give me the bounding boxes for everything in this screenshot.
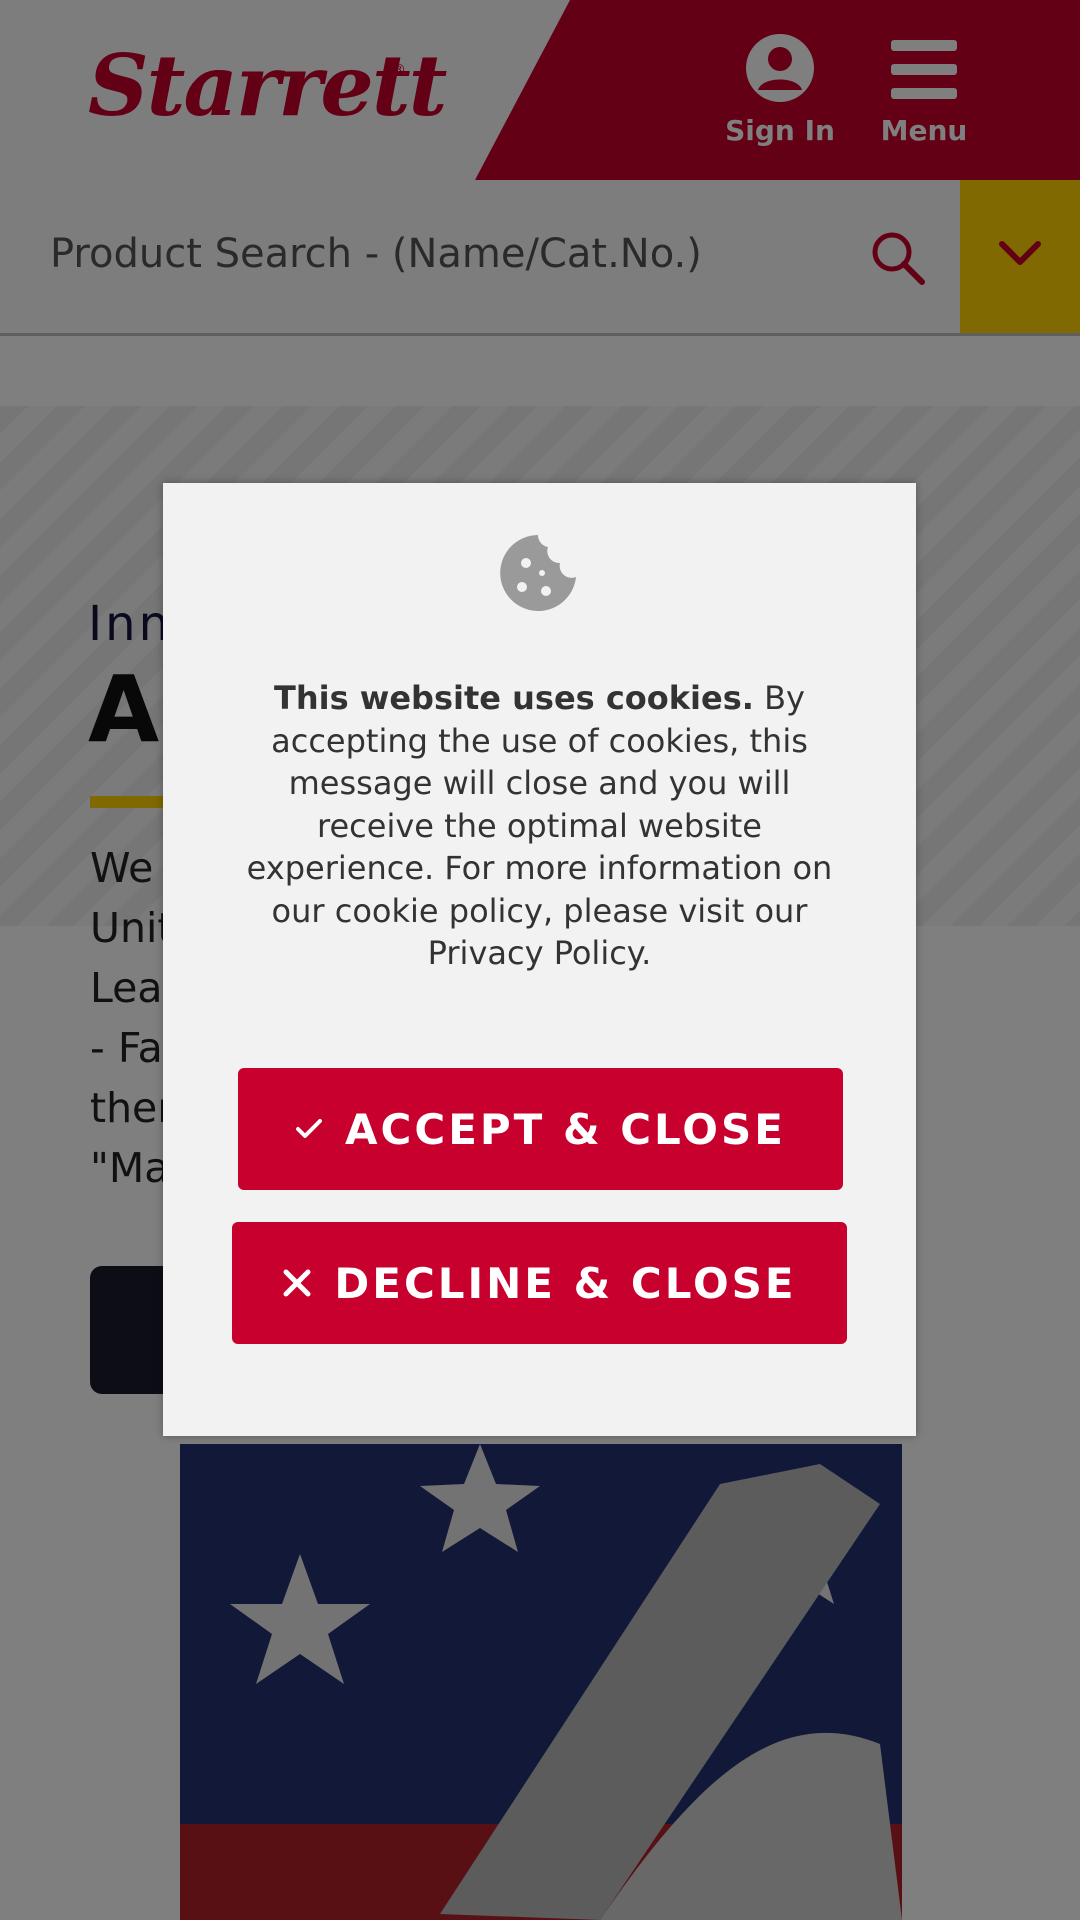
accept-close-label: ACCEPT & CLOSE bbox=[345, 1104, 786, 1154]
decline-close-button[interactable]: DECLINE & CLOSE bbox=[232, 1222, 847, 1344]
accept-close-button[interactable]: ACCEPT & CLOSE bbox=[238, 1068, 843, 1190]
page: Starrett ® Sign In Menu bbox=[0, 0, 1080, 1920]
cookie-icon bbox=[500, 535, 576, 611]
check-icon bbox=[295, 1118, 323, 1140]
cookie-consent-dialog: This website uses cookies. By accepting … bbox=[163, 483, 916, 1436]
cookie-message-heading: This website uses cookies. bbox=[274, 679, 754, 717]
cookie-message: This website uses cookies. By accepting … bbox=[243, 677, 836, 975]
decline-close-label: DECLINE & CLOSE bbox=[334, 1258, 797, 1308]
close-icon bbox=[282, 1268, 312, 1298]
cookie-message-body: By accepting the use of cookies, this me… bbox=[246, 679, 833, 972]
